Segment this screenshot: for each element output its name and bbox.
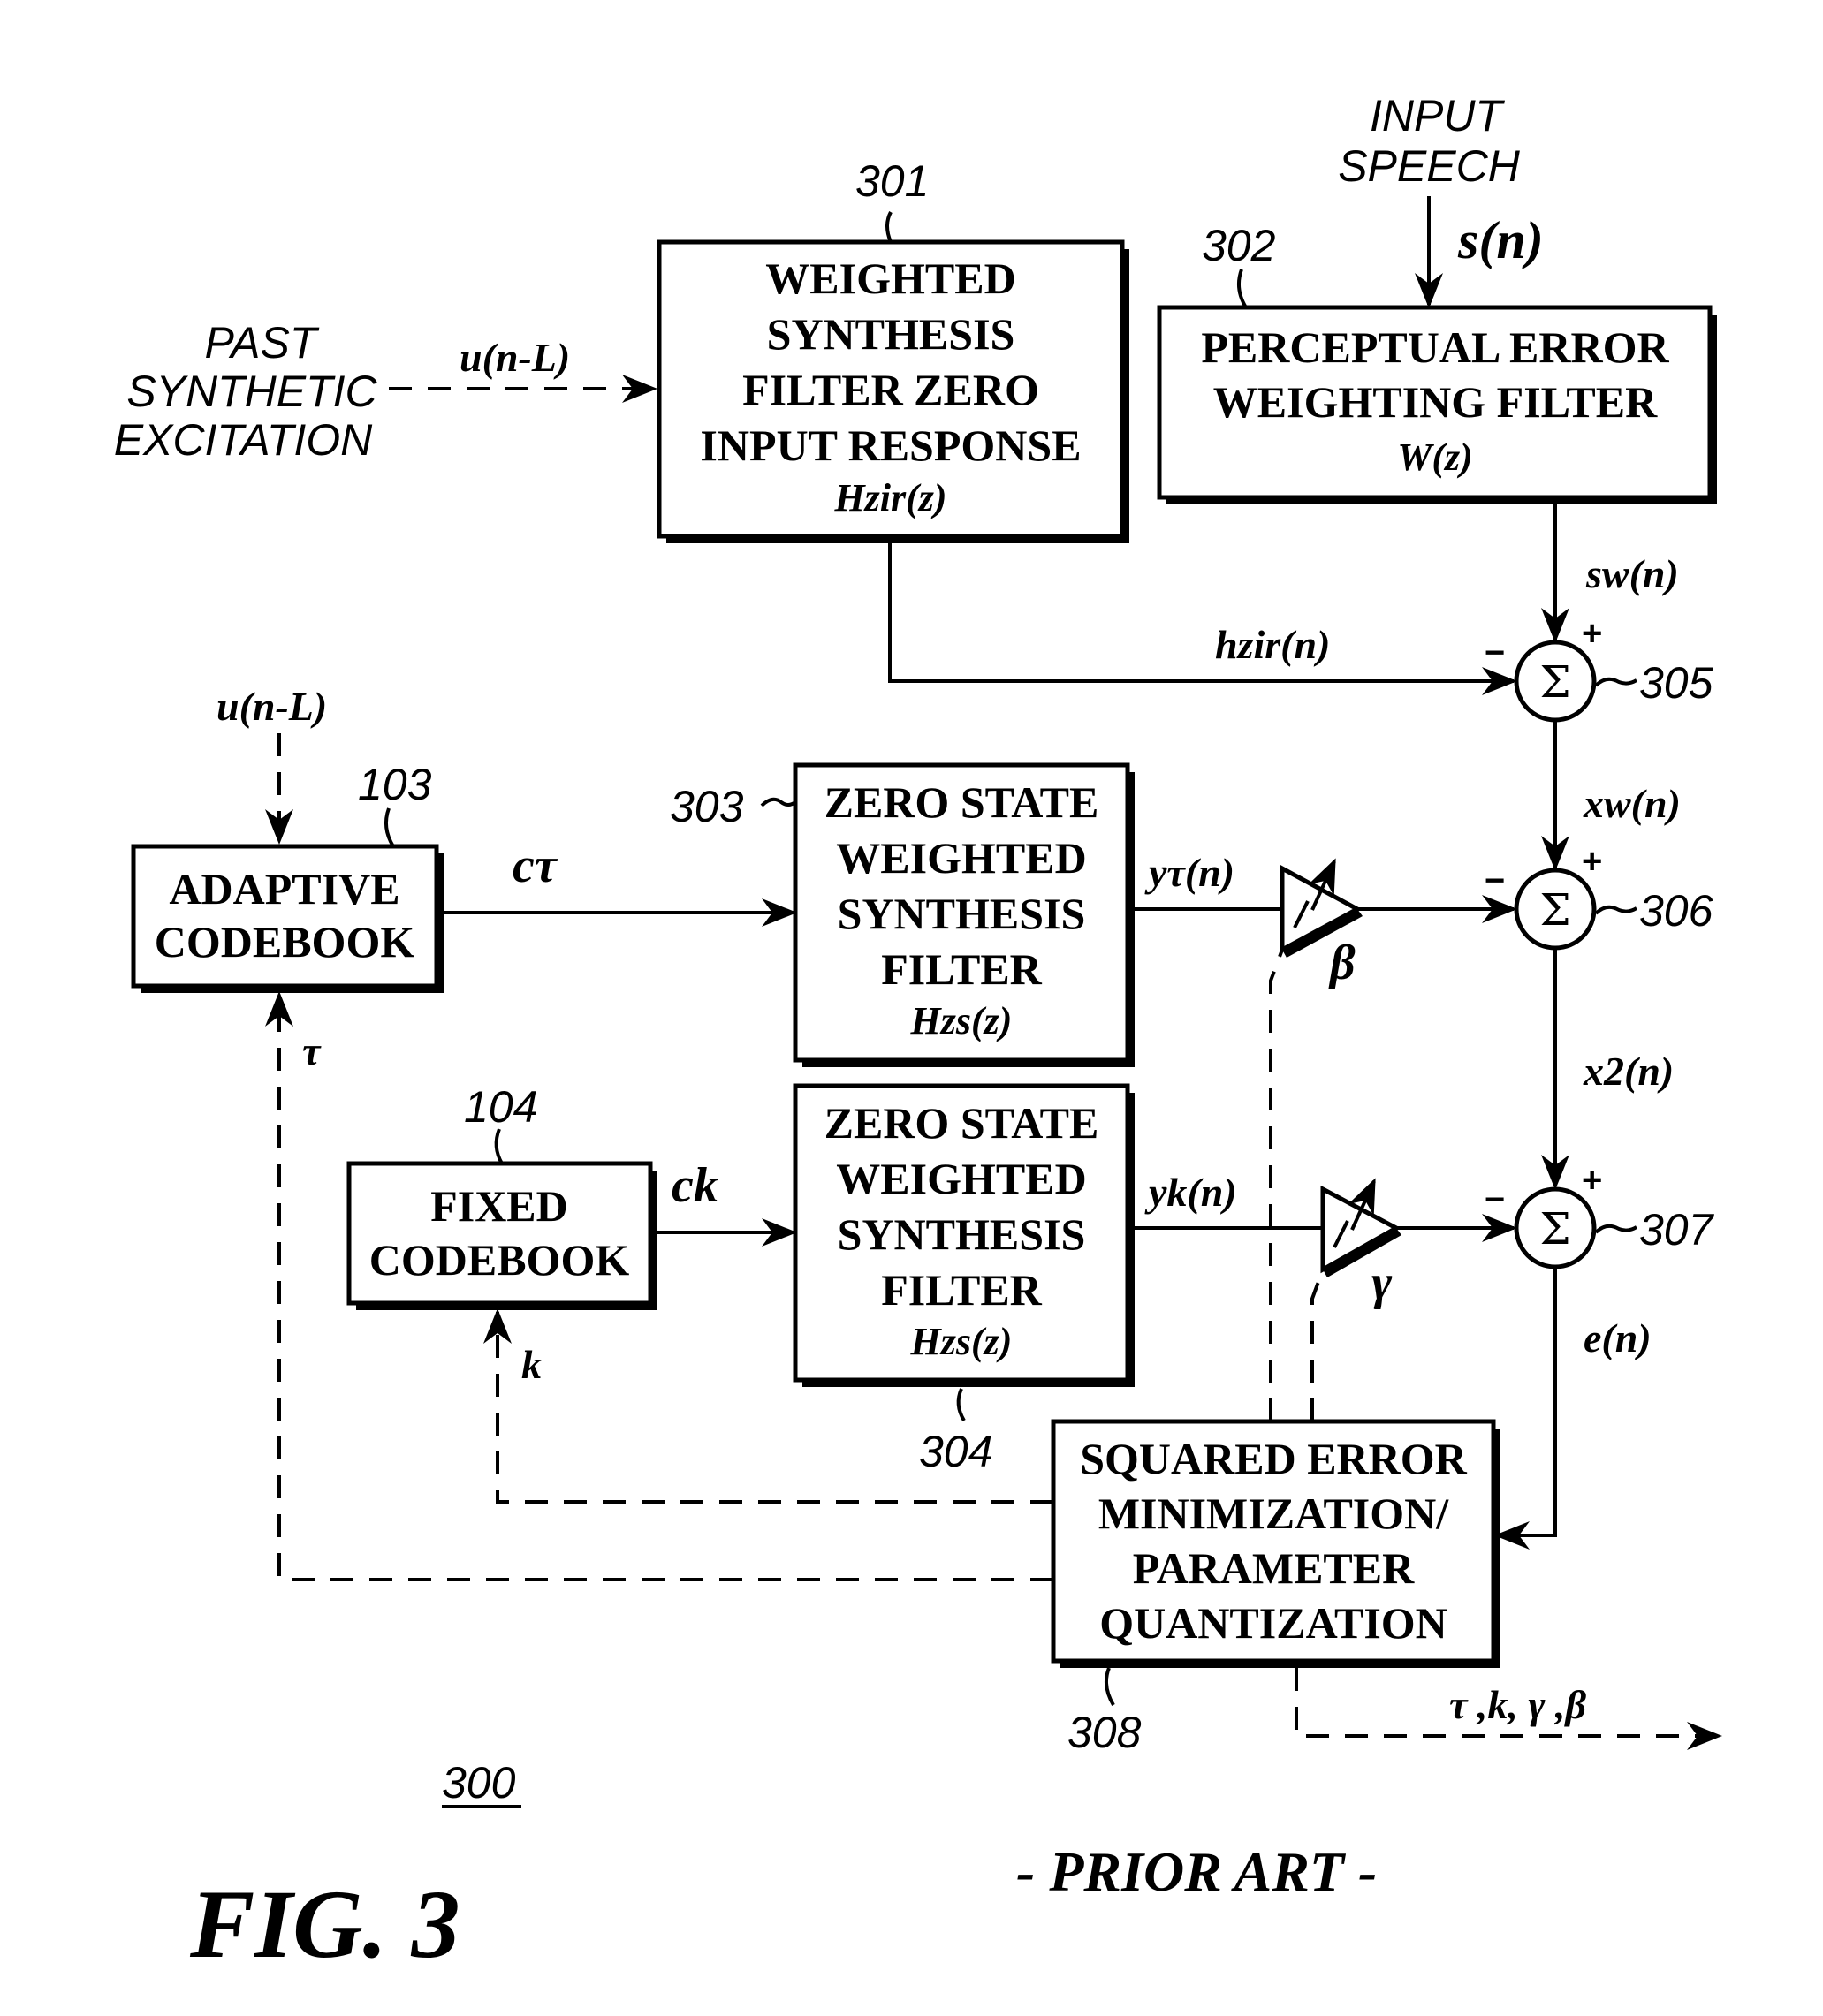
y-k-label: yk(n) [1144, 1170, 1237, 1215]
sigma-icon: Σ [1539, 1203, 1570, 1254]
u-adaptive-label: u(n-L) [216, 684, 327, 729]
svg-text:+: + [1582, 614, 1602, 653]
beta-label: β [1328, 936, 1356, 990]
en-label: e(n) [1584, 1315, 1652, 1360]
svg-text:FILTER: FILTER [881, 944, 1042, 994]
svg-text:SYNTHESIS: SYNTHESIS [838, 889, 1086, 938]
svg-text:SPEECH: SPEECH [1338, 141, 1521, 191]
wz-function: W(z) [1397, 436, 1473, 479]
s-n-label: s(n) [1457, 211, 1544, 269]
ref-103: 103 [358, 760, 432, 809]
gamma-label: γ [1371, 1255, 1393, 1310]
hzs-function: Hzs(z) [910, 1320, 1013, 1363]
ref-308: 308 [1067, 1708, 1142, 1757]
svg-text:−: − [1485, 861, 1505, 900]
svg-text:PERCEPTUAL ERROR: PERCEPTUAL ERROR [1201, 322, 1669, 372]
x2-label: x2(n) [1583, 1049, 1674, 1094]
svg-text:PAST: PAST [205, 318, 320, 368]
block-303-zero-state-filter[interactable]: ZERO STATE WEIGHTED SYNTHESIS FILTER Hzs… [793, 762, 1135, 1067]
svg-text:SQUARED ERROR: SQUARED ERROR [1080, 1434, 1467, 1483]
hzir-label: hzir(n) [1215, 622, 1330, 667]
leader-104 [494, 1128, 504, 1165]
block-103-adaptive-codebook[interactable]: ADAPTIVE CODEBOOK [131, 844, 444, 993]
svg-text:QUANTIZATION: QUANTIZATION [1099, 1598, 1447, 1648]
tau-label: τ [302, 1028, 322, 1073]
svg-text:WEIGHTED: WEIGHTED [836, 1154, 1086, 1203]
xw-label: xw(n) [1583, 781, 1681, 826]
ref-104: 104 [464, 1082, 537, 1132]
svg-text:+: + [1582, 842, 1602, 881]
c-tau-label: cτ [513, 838, 558, 893]
svg-text:ADAPTIVE: ADAPTIVE [169, 864, 399, 913]
leader-302 [1236, 269, 1248, 309]
svg-text:WEIGHTED: WEIGHTED [765, 254, 1015, 303]
sw-label: sw(n) [1585, 551, 1679, 596]
leader-306 [1594, 905, 1638, 915]
ref-304: 304 [919, 1427, 992, 1476]
ref-306: 306 [1639, 886, 1713, 936]
block-304-zero-state-filter[interactable]: ZERO STATE WEIGHTED SYNTHESIS FILTER Hzs… [793, 1083, 1135, 1387]
ref-302: 302 [1202, 221, 1276, 270]
summer-307: Σ + − [1485, 1161, 1602, 1269]
svg-text:WEIGHTED: WEIGHTED [836, 833, 1086, 883]
svg-text:WEIGHTING FILTER: WEIGHTING FILTER [1213, 377, 1658, 427]
c-k-label: ck [672, 1158, 718, 1213]
leader-304 [956, 1388, 966, 1422]
svg-text:FILTER ZERO: FILTER ZERO [742, 365, 1039, 414]
svg-text:−: − [1485, 633, 1505, 672]
hzs-function: Hzs(z) [910, 999, 1013, 1042]
svg-text:ZERO STATE: ZERO STATE [824, 1098, 1099, 1148]
sigma-icon: Σ [1539, 656, 1570, 708]
block-104-fixed-codebook[interactable]: FIXED CODEBOOK [346, 1161, 657, 1310]
svg-text:SYNTHESIS: SYNTHESIS [767, 309, 1015, 359]
leader-308 [1104, 1667, 1115, 1707]
svg-text:EXCITATION: EXCITATION [114, 415, 373, 465]
leader-307 [1594, 1224, 1638, 1234]
hzir-signal-line [888, 543, 1517, 695]
prior-art-label: - PRIOR ART - [1016, 1840, 1377, 1903]
svg-text:SYNTHESIS: SYNTHESIS [838, 1209, 1086, 1259]
leader-305 [1594, 677, 1638, 687]
summer-306: Σ + − [1485, 842, 1602, 951]
input-speech-label: INPUT [1370, 91, 1505, 140]
figure-title: FIG. 3 [189, 1870, 460, 1978]
u-past-label: u(n-L) [460, 335, 570, 380]
block-301-zir-filter[interactable]: WEIGHTED SYNTHESIS FILTER ZERO INPUT RES… [657, 239, 1129, 543]
parameters-output-label: τ ,k, γ ,β [1449, 1682, 1587, 1727]
svg-text:FILTER: FILTER [881, 1265, 1042, 1315]
svg-text:INPUT RESPONSE: INPUT RESPONSE [700, 421, 1081, 470]
past-synthetic-excitation-label: PAST SYNTHETIC EXCITATION [114, 318, 378, 465]
svg-text:CODEBOOK: CODEBOOK [155, 917, 415, 966]
ref-305: 305 [1639, 658, 1713, 708]
svg-text:CODEBOOK: CODEBOOK [369, 1235, 630, 1285]
y-tau-label: yτ(n) [1144, 850, 1234, 895]
svg-text:−: − [1485, 1180, 1505, 1219]
svg-text:ZERO STATE: ZERO STATE [824, 777, 1099, 827]
en-signal-line [1494, 1267, 1557, 1550]
ref-303: 303 [670, 782, 744, 831]
figure-reference-300: 300 [442, 1758, 516, 1808]
block-308-squared-error-minimization[interactable]: SQUARED ERROR MINIMIZATION/ PARAMETER QU… [1051, 1419, 1500, 1668]
svg-text:+: + [1582, 1161, 1602, 1200]
sigma-icon: Σ [1539, 884, 1570, 936]
svg-text:SYNTHETIC: SYNTHETIC [126, 367, 377, 416]
hzir-function: Hzir(z) [833, 476, 946, 519]
k-label: k [521, 1342, 542, 1387]
leader-303 [760, 797, 797, 807]
beta-control-line [1269, 949, 1284, 1421]
summer-305: Σ + − [1485, 614, 1602, 723]
ref-301: 301 [855, 156, 929, 206]
leader-103 [384, 807, 395, 848]
svg-text:MINIMIZATION/: MINIMIZATION/ [1098, 1489, 1449, 1538]
leader-301 [885, 211, 893, 243]
speech-coder-diagram: PAST SYNTHETIC EXCITATION u(n-L) WEIGHTE… [114, 91, 1722, 1978]
block-302-perceptual-weighting-filter[interactable]: PERCEPTUAL ERROR WEIGHTING FILTER W(z) [1157, 305, 1717, 504]
gamma-control-line [1310, 1269, 1325, 1421]
svg-text:FIXED: FIXED [430, 1181, 568, 1231]
ref-307: 307 [1639, 1205, 1715, 1254]
svg-text:PARAMETER: PARAMETER [1133, 1543, 1415, 1593]
